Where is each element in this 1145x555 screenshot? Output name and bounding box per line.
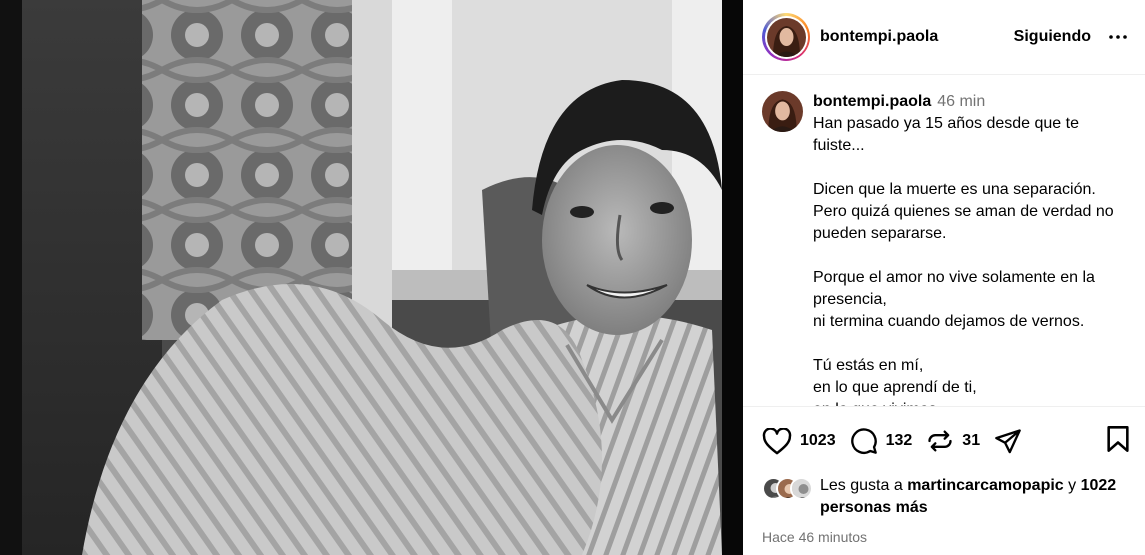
post-media[interactable] xyxy=(0,0,743,555)
caption-paragraph-gap xyxy=(813,157,1129,179)
caption-line: Porque el amor no vive solamente en la p… xyxy=(813,269,1095,308)
caption-paragraph-gap xyxy=(813,245,1129,267)
caption-area: bontempi.paola 46 min Han pasado ya 15 añ… xyxy=(743,75,1145,407)
post-timestamp[interactable]: Hace 46 minutos xyxy=(743,519,1145,555)
like-count: 1023 xyxy=(800,432,836,449)
caption-line: Pero quizá quienes se aman de verdad no … xyxy=(813,203,1114,242)
share-button[interactable] xyxy=(994,427,1022,455)
liker-avatar xyxy=(790,477,813,500)
post-photo[interactable] xyxy=(22,0,722,555)
repost-icon xyxy=(928,430,952,452)
likes-prefix: Les gusta a xyxy=(820,477,903,494)
caption-line: ni termina cuando dejamos de vernos. xyxy=(813,313,1085,330)
comment-icon xyxy=(850,428,877,454)
caption-body: bontempi.paola 46 min Han pasado ya 15 añ… xyxy=(813,91,1129,406)
story-avatar[interactable] xyxy=(762,13,810,61)
post-side-panel: bontempi.paola Siguiendo bontempi.paola 4… xyxy=(743,0,1145,555)
liker-avatars[interactable] xyxy=(762,477,813,500)
caption-paragraph-gap xyxy=(813,333,1129,355)
more-options-icon[interactable] xyxy=(1107,27,1129,47)
caption-username[interactable]: bontempi.paola xyxy=(813,93,931,110)
likes-summary: Les gusta a martincarcamopapic y 1022 pe… xyxy=(743,475,1145,519)
caption-line: Dicen que la muerte es una separación. xyxy=(813,181,1096,198)
likes-text: Les gusta a martincarcamopapic y 1022 pe… xyxy=(820,475,1129,519)
liker-username[interactable]: martincarcamopapic xyxy=(907,477,1064,494)
caption-time[interactable]: 46 min xyxy=(937,93,985,110)
heart-icon xyxy=(762,427,792,454)
film-border-right xyxy=(722,0,743,555)
caption-avatar[interactable] xyxy=(762,91,803,132)
instagram-post-view: bontempi.paola Siguiendo bontempi.paola 4… xyxy=(0,0,1145,555)
header-username[interactable]: bontempi.paola xyxy=(820,28,1014,46)
caption-text: Han pasado ya 15 años desde que te fuist… xyxy=(813,113,1129,406)
save-button[interactable] xyxy=(1105,425,1131,458)
following-button[interactable]: Siguiendo xyxy=(1014,28,1091,46)
send-icon xyxy=(995,429,1021,454)
caption-line: Han pasado ya 15 años desde que te fuist… xyxy=(813,115,1079,154)
caption-line: Tú estás en mí, xyxy=(813,357,924,374)
caption-line: en lo que aprendí de ti, xyxy=(813,379,977,396)
comment-count: 132 xyxy=(885,432,913,449)
like-button[interactable]: 1023 xyxy=(762,427,836,455)
caption-line: en lo que vivimos xyxy=(813,399,1129,406)
avatar xyxy=(766,17,806,57)
post-header: bontempi.paola Siguiendo xyxy=(743,0,1145,75)
repost-count: 31 xyxy=(962,432,981,449)
bookmark-icon xyxy=(1107,425,1129,452)
repost-button[interactable]: 31 xyxy=(926,427,980,455)
likes-connector: y xyxy=(1068,477,1077,494)
film-border-left xyxy=(0,0,22,555)
action-bar: 1023 132 31 xyxy=(743,407,1145,475)
comment-button[interactable]: 132 xyxy=(850,427,913,455)
